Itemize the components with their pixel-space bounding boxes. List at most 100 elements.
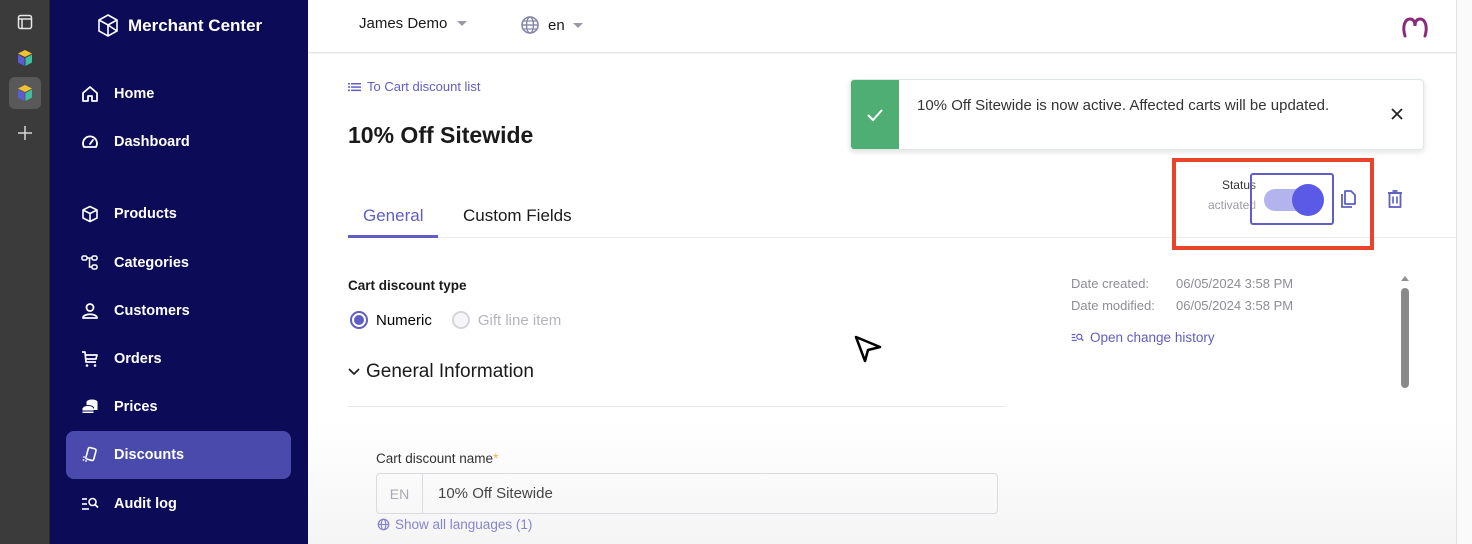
caret-down-icon bbox=[457, 21, 468, 26]
status-toggle[interactable] bbox=[1250, 173, 1334, 225]
sidebar-item-label: Products bbox=[114, 206, 177, 222]
sidebar: Merchant Center Home Dashboard Products … bbox=[50, 0, 308, 544]
panel-icon bbox=[17, 14, 33, 30]
commercetools-logo-icon bbox=[1402, 17, 1428, 38]
open-change-history-link[interactable]: Open change history bbox=[1071, 330, 1215, 345]
sidebar-item-label: Home bbox=[114, 86, 155, 102]
user-icon bbox=[80, 301, 100, 321]
merchant-center-logo-icon bbox=[98, 14, 118, 37]
delete-button[interactable] bbox=[1382, 186, 1408, 212]
app-cube-icon bbox=[18, 85, 32, 101]
sidebar-item-prices[interactable]: Prices bbox=[66, 383, 291, 431]
scroll-up-arrow-icon[interactable] bbox=[1401, 276, 1409, 281]
close-icon bbox=[1391, 108, 1403, 120]
brand[interactable]: Merchant Center bbox=[96, 13, 262, 39]
app-cube-icon bbox=[18, 50, 32, 66]
sidebar-item-label: Prices bbox=[114, 399, 158, 415]
radio-label: Gift line item bbox=[477, 311, 562, 329]
checkmark-icon bbox=[867, 108, 883, 121]
panel-toggle-button[interactable] bbox=[9, 6, 41, 38]
app-window: Merchant Center Home Dashboard Products … bbox=[0, 0, 1472, 544]
page-title: 10% Off Sitewide bbox=[348, 122, 534, 148]
scroll-thumb[interactable] bbox=[1401, 288, 1409, 388]
radio-unselected-icon bbox=[451, 311, 470, 329]
sidebar-item-label: Discounts bbox=[114, 447, 185, 463]
sidebar-item-orders[interactable]: Orders bbox=[66, 335, 291, 383]
back-link-label: To Cart discount list bbox=[367, 79, 481, 94]
trash-icon bbox=[1388, 190, 1402, 208]
sidebar-item-label: Customers bbox=[114, 303, 190, 319]
sidebar-item-label: Categories bbox=[114, 255, 189, 271]
date-created-value: 06/05/2024 3:58 PM bbox=[1176, 276, 1294, 291]
history-search-icon bbox=[1071, 333, 1084, 342]
add-app-button[interactable] bbox=[9, 117, 41, 149]
toggle-knob bbox=[1292, 184, 1324, 216]
toast-close-button[interactable] bbox=[1387, 104, 1407, 124]
coins-icon bbox=[80, 397, 100, 417]
language-code: en bbox=[548, 16, 565, 34]
cart-discount-name-label: Cart discount name* bbox=[376, 451, 498, 466]
radio-label: Numeric bbox=[376, 311, 432, 329]
copy-icon bbox=[1341, 190, 1356, 208]
sidebar-item-customers[interactable]: Customers bbox=[66, 287, 291, 335]
sidebar-item-home[interactable]: Home bbox=[66, 70, 291, 118]
radio-gift-line-item[interactable]: Gift line item bbox=[451, 311, 562, 329]
date-created-label: Date created: bbox=[1071, 276, 1150, 291]
sidebar-item-label: Orders bbox=[114, 351, 162, 367]
caret-down-icon bbox=[572, 22, 583, 28]
radio-selected-icon bbox=[350, 311, 368, 329]
cart-discount-name-input[interactable]: EN 10% Off Sitewide bbox=[376, 473, 998, 514]
content-scrollbar[interactable] bbox=[1398, 272, 1412, 544]
status-value: activated bbox=[1207, 198, 1256, 212]
globe-icon bbox=[377, 518, 390, 531]
back-to-list-link[interactable]: To Cart discount list bbox=[348, 79, 480, 94]
brand-label: Merchant Center bbox=[128, 16, 263, 35]
toast-status-bar bbox=[851, 80, 899, 149]
duplicate-button[interactable] bbox=[1335, 186, 1361, 212]
success-toast: 10% Off Sitewide is now active. Affected… bbox=[850, 79, 1424, 150]
discount-metadata: Date created: 06/05/2024 3:58 PM Date mod… bbox=[1071, 273, 1293, 317]
required-marker: * bbox=[493, 451, 499, 466]
list-icon bbox=[348, 82, 361, 91]
section-title: General Information bbox=[366, 361, 534, 382]
project-switcher[interactable]: James Demo bbox=[359, 15, 468, 32]
chevron-down-icon bbox=[348, 368, 360, 376]
date-modified-value: 06/05/2024 3:58 PM bbox=[1176, 298, 1294, 313]
sidebar-item-dashboard[interactable]: Dashboard bbox=[66, 118, 291, 166]
tab-custom-fields[interactable]: Custom Fields bbox=[463, 206, 572, 238]
input-language-tag: EN bbox=[377, 474, 423, 513]
discount-type-radio-group: Numeric Gift line item bbox=[350, 311, 561, 329]
sidebar-item-discounts[interactable]: Discounts bbox=[66, 431, 291, 479]
field-label-text: Cart discount name bbox=[376, 451, 494, 466]
input-value[interactable]: 10% Off Sitewide bbox=[423, 485, 553, 502]
tab-general[interactable]: General bbox=[348, 206, 439, 238]
rail-app-button-active[interactable] bbox=[9, 77, 41, 109]
globe-icon bbox=[521, 16, 539, 34]
rail-app-button[interactable] bbox=[9, 42, 41, 74]
radio-numeric[interactable]: Numeric bbox=[350, 311, 432, 329]
box-icon bbox=[80, 204, 100, 224]
topbar: James Demo en bbox=[308, 0, 1472, 53]
status-indicator: Status activated bbox=[1188, 178, 1256, 212]
general-information-toggle[interactable]: General Information bbox=[348, 361, 534, 383]
status-label: Status bbox=[1221, 178, 1256, 192]
history-link-label: Open change history bbox=[1090, 330, 1215, 345]
gauge-icon bbox=[80, 132, 100, 152]
sidebar-item-label: Audit log bbox=[114, 496, 177, 512]
user-menu-button[interactable] bbox=[1398, 10, 1432, 44]
discount-tag-icon bbox=[80, 445, 100, 465]
mouse-cursor-icon bbox=[854, 335, 882, 363]
hierarchy-icon bbox=[80, 253, 100, 273]
show-all-languages-link[interactable]: Show all languages (1) bbox=[377, 517, 532, 532]
toast-message: 10% Off Sitewide is now active. Affected… bbox=[917, 97, 1330, 114]
language-switcher[interactable]: en bbox=[520, 15, 583, 35]
cart-icon bbox=[80, 349, 100, 369]
sidebar-item-products[interactable]: Products bbox=[66, 190, 291, 238]
date-modified-label: Date modified: bbox=[1071, 298, 1155, 313]
languages-link-label: Show all languages (1) bbox=[395, 517, 533, 532]
window-edge bbox=[1456, 0, 1472, 544]
sidebar-item-label: Dashboard bbox=[114, 134, 190, 150]
sidebar-item-audit-log[interactable]: Audit log bbox=[66, 480, 291, 528]
home-icon bbox=[80, 84, 100, 104]
sidebar-item-categories[interactable]: Categories bbox=[66, 239, 291, 287]
